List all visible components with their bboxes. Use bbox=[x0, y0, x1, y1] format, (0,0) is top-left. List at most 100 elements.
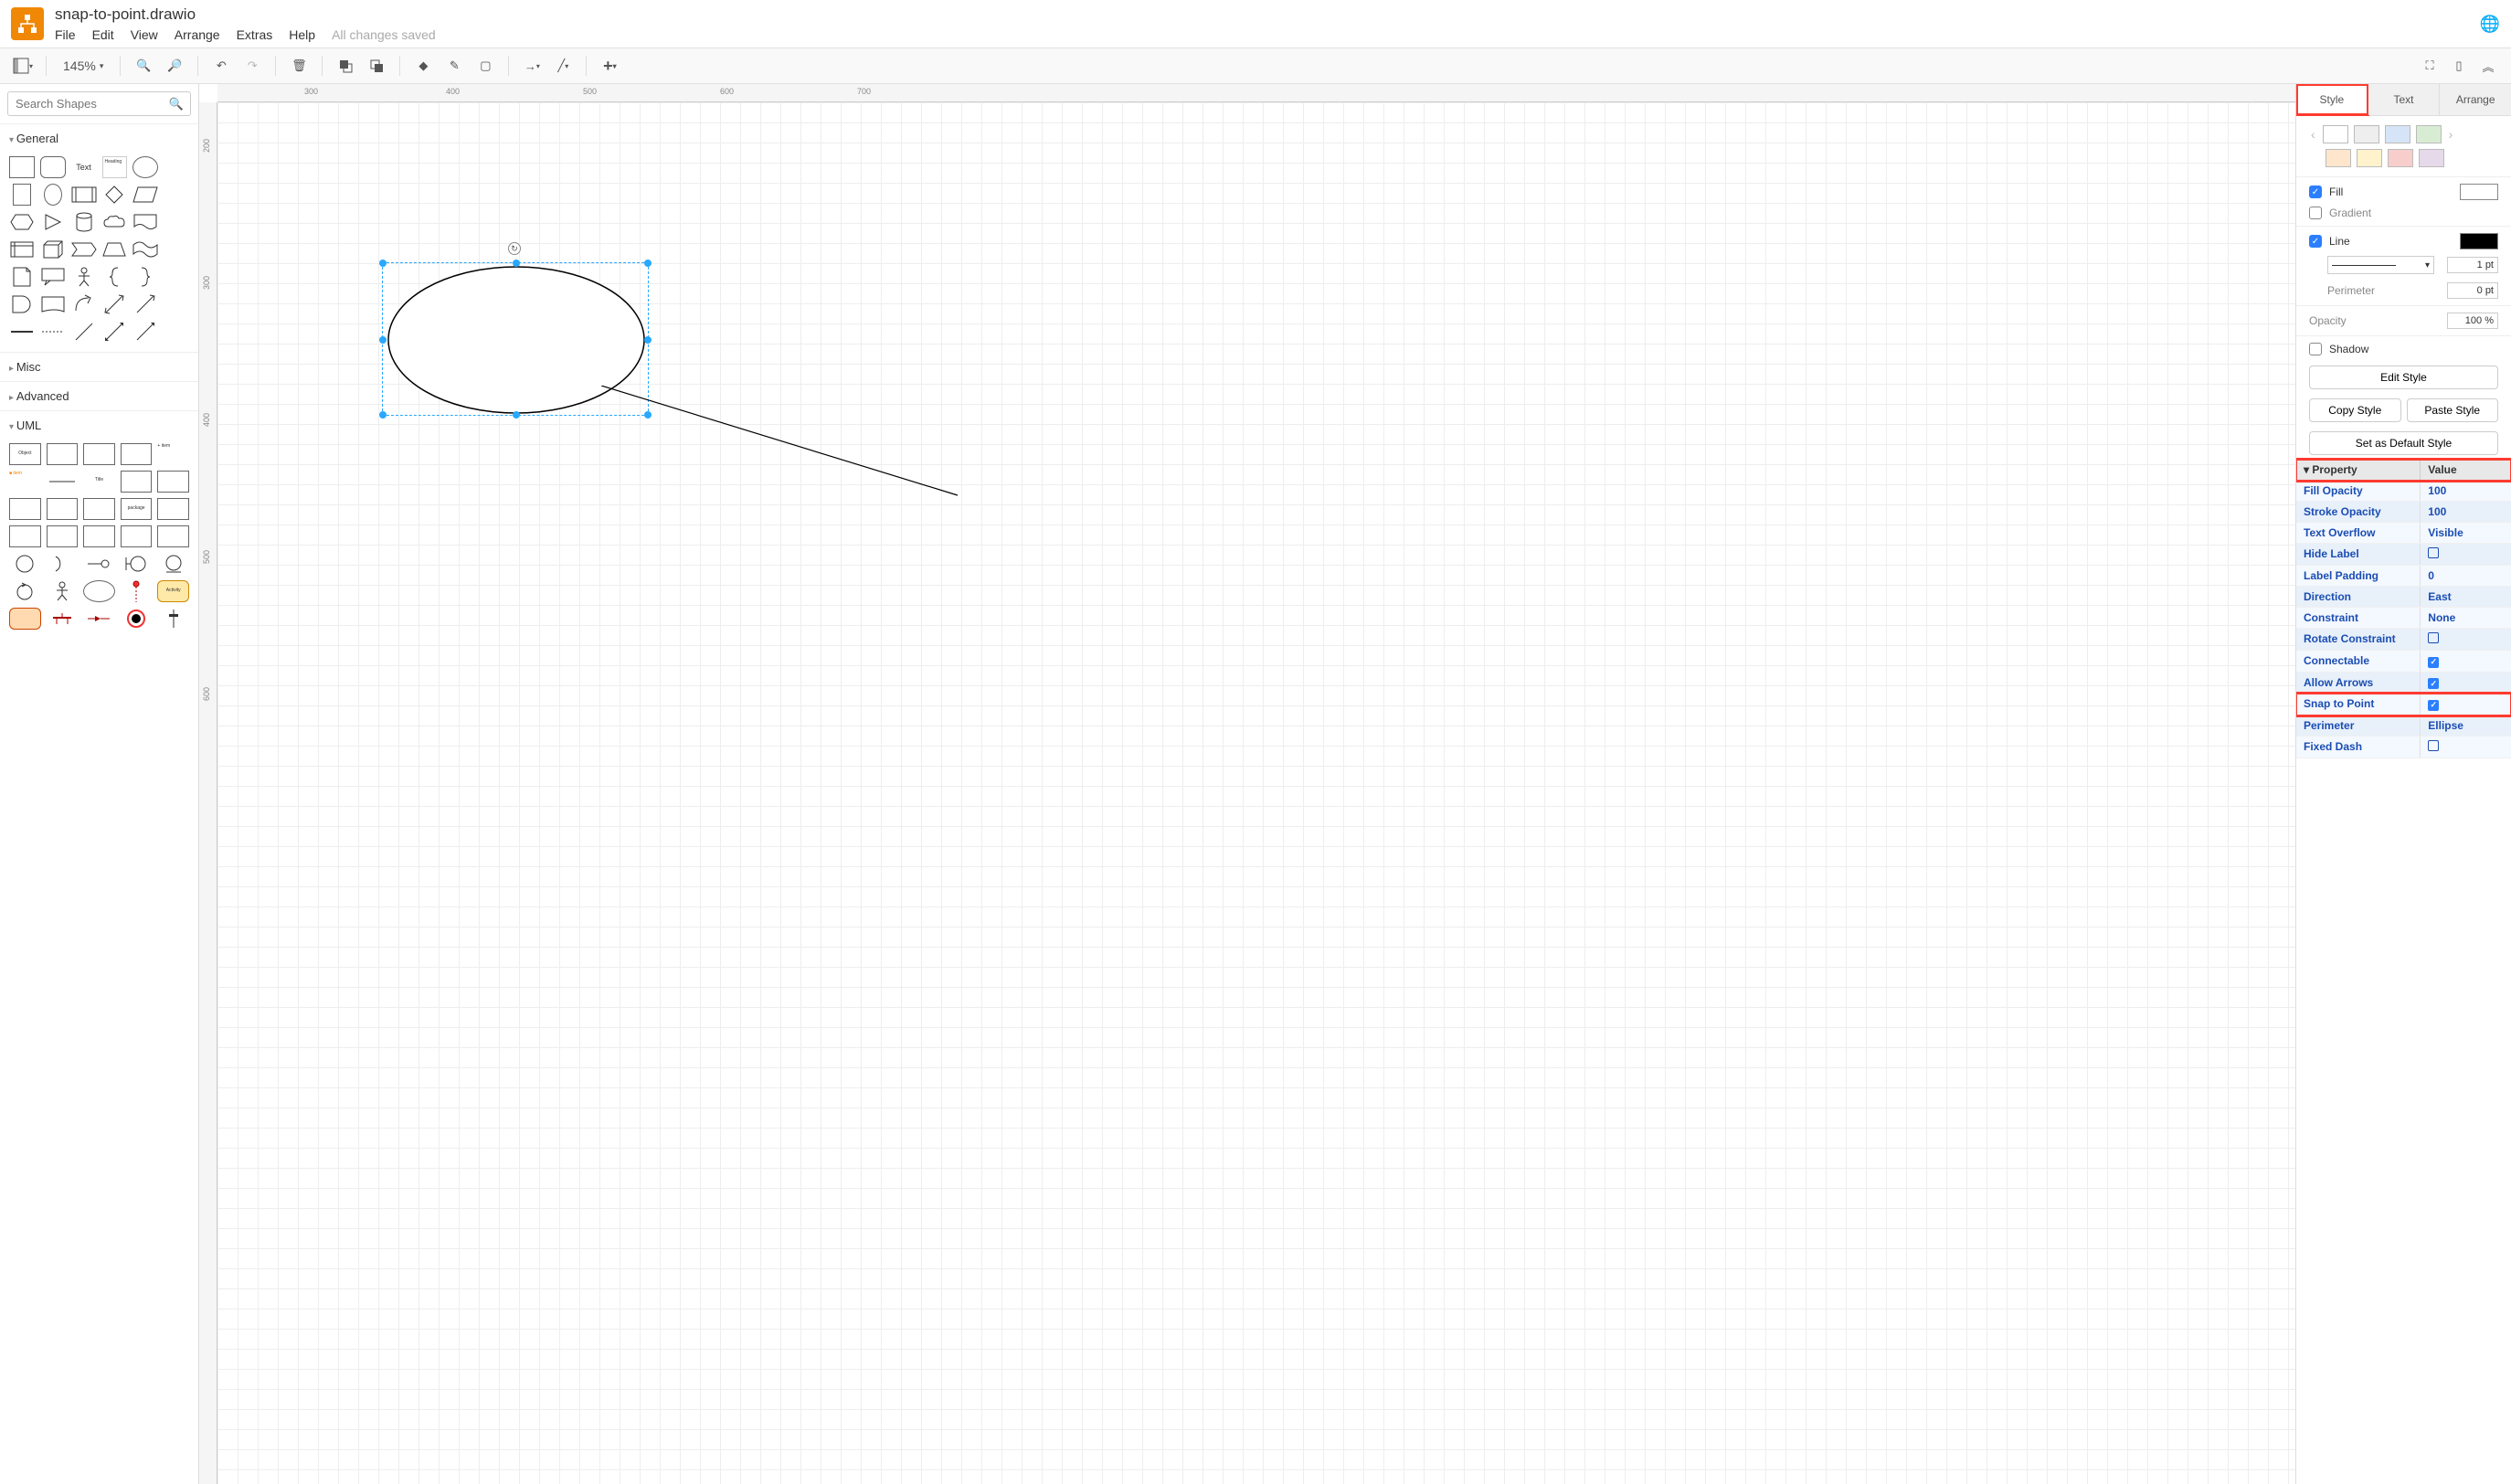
property-row-direction[interactable]: DirectionEast bbox=[2296, 587, 2511, 608]
text-shape[interactable]: Text bbox=[71, 156, 97, 178]
uml-lifeline[interactable] bbox=[121, 580, 153, 602]
gradient-checkbox[interactable] bbox=[2309, 207, 2322, 219]
curly2-shape[interactable] bbox=[132, 266, 158, 288]
rounded-rect-shape[interactable] bbox=[40, 156, 66, 178]
uml-ctrl[interactable] bbox=[9, 580, 41, 602]
property-row-stroke-opacity[interactable]: Stroke Opacity100 bbox=[2296, 502, 2511, 523]
uml-attr2[interactable]: ■ item bbox=[9, 471, 41, 493]
section-general[interactable]: General bbox=[0, 124, 198, 153]
diamond-shape[interactable] bbox=[102, 184, 128, 206]
uml-interface[interactable] bbox=[47, 443, 79, 465]
delete-icon[interactable]: 🗑 bbox=[287, 54, 311, 78]
swatch-2[interactable] bbox=[2354, 125, 2379, 143]
cylinder-shape[interactable] bbox=[71, 211, 97, 233]
uml-merge[interactable] bbox=[83, 608, 115, 630]
callout-shape[interactable] bbox=[40, 266, 66, 288]
menu-help[interactable]: Help bbox=[289, 27, 315, 42]
uml-circ1[interactable] bbox=[9, 553, 41, 575]
document-shape[interactable] bbox=[132, 211, 158, 233]
rotate-handle[interactable]: ↻ bbox=[508, 242, 521, 255]
tape-shape[interactable] bbox=[132, 238, 158, 260]
circle-shape[interactable] bbox=[44, 184, 62, 206]
uml-comp2[interactable] bbox=[157, 471, 189, 493]
uml-block3[interactable] bbox=[83, 498, 115, 520]
parallelogram-shape[interactable] bbox=[132, 184, 158, 206]
section-misc[interactable]: Misc bbox=[0, 353, 198, 381]
arrow-shape[interactable] bbox=[132, 293, 158, 315]
property-row-rotate-constraint[interactable]: Rotate Constraint bbox=[2296, 629, 2511, 651]
menu-edit[interactable]: Edit bbox=[92, 27, 114, 42]
menu-file[interactable]: File bbox=[55, 27, 76, 42]
property-table-header[interactable]: ▾ Property Value bbox=[2296, 460, 2511, 481]
dashed-shape[interactable] bbox=[40, 321, 66, 343]
format-icon[interactable]: ▯ bbox=[2447, 54, 2471, 78]
uml-activity[interactable]: Activity bbox=[157, 580, 189, 602]
section-uml[interactable]: UML bbox=[0, 411, 198, 440]
internal-storage-shape[interactable] bbox=[9, 238, 35, 260]
fill-color[interactable] bbox=[2460, 184, 2498, 200]
blank-shape[interactable] bbox=[164, 156, 189, 178]
paste-style-button[interactable]: Paste Style bbox=[2407, 398, 2499, 422]
textbox-shape[interactable]: Heading bbox=[102, 156, 128, 178]
rectangle-shape[interactable] bbox=[9, 156, 35, 178]
bidir-arrow-shape[interactable] bbox=[102, 293, 128, 315]
perimeter-val[interactable]: 0 pt bbox=[2447, 282, 2498, 299]
property-checkbox[interactable] bbox=[2428, 547, 2439, 558]
shadow-icon[interactable]: ▢ bbox=[473, 54, 497, 78]
uml-class2[interactable] bbox=[121, 443, 153, 465]
line-arrow-shape[interactable] bbox=[132, 321, 158, 343]
uml-object[interactable]: Object bbox=[9, 443, 41, 465]
cube-shape[interactable] bbox=[40, 238, 66, 260]
view-mode-button[interactable]: ▾ bbox=[11, 54, 35, 78]
uml-actor2[interactable] bbox=[47, 580, 79, 602]
fill-color-icon[interactable]: ◆ bbox=[411, 54, 435, 78]
b5[interactable] bbox=[164, 266, 189, 288]
square-shape[interactable] bbox=[13, 184, 31, 206]
swatch-5[interactable] bbox=[2326, 149, 2351, 167]
property-checkbox[interactable]: ✓ bbox=[2428, 657, 2439, 668]
tab-style[interactable]: Style bbox=[2296, 84, 2368, 115]
uml-arc[interactable] bbox=[47, 553, 79, 575]
connection-icon[interactable]: → ▾ bbox=[520, 54, 544, 78]
uml-entity[interactable] bbox=[157, 553, 189, 575]
step-shape[interactable] bbox=[71, 238, 97, 260]
link-shape[interactable] bbox=[9, 321, 35, 343]
menu-extras[interactable]: Extras bbox=[237, 27, 273, 42]
line-style-select[interactable]: ▾ bbox=[2327, 256, 2434, 274]
uml-attr[interactable]: + item bbox=[157, 443, 189, 465]
hexagon-shape[interactable] bbox=[9, 211, 35, 233]
property-row-text-overflow[interactable]: Text OverflowVisible bbox=[2296, 523, 2511, 544]
swatch-next-icon[interactable]: › bbox=[2447, 127, 2455, 142]
uml-r4[interactable] bbox=[121, 525, 153, 547]
property-checkbox[interactable]: ✓ bbox=[2428, 700, 2439, 711]
property-checkbox[interactable] bbox=[2428, 632, 2439, 643]
swatch-7[interactable] bbox=[2388, 149, 2413, 167]
property-row-constraint[interactable]: ConstraintNone bbox=[2296, 608, 2511, 629]
swatch-prev-icon[interactable]: ‹ bbox=[2309, 127, 2317, 142]
edit-style-button[interactable]: Edit Style bbox=[2309, 366, 2498, 389]
note-shape[interactable] bbox=[9, 266, 35, 288]
property-checkbox[interactable]: ✓ bbox=[2428, 678, 2439, 689]
swatch-6[interactable] bbox=[2357, 149, 2382, 167]
uml-package[interactable]: package bbox=[121, 498, 153, 520]
and-shape[interactable] bbox=[9, 293, 35, 315]
property-row-connectable[interactable]: Connectable✓ bbox=[2296, 651, 2511, 673]
app-logo[interactable] bbox=[11, 7, 44, 40]
swatch-8[interactable] bbox=[2419, 149, 2444, 167]
uml-prov[interactable] bbox=[83, 553, 115, 575]
uml-divider[interactable] bbox=[47, 471, 79, 493]
waypoint-icon[interactable]: ╱ ▾ bbox=[551, 54, 575, 78]
canvas[interactable]: ↻ bbox=[217, 102, 2295, 1484]
line-width[interactable]: 1 pt bbox=[2447, 257, 2498, 273]
swatch-4[interactable] bbox=[2416, 125, 2442, 143]
line-color[interactable] bbox=[2460, 233, 2498, 249]
tab-arrange[interactable]: Arrange bbox=[2440, 84, 2511, 115]
tab-text[interactable]: Text bbox=[2368, 84, 2441, 115]
undo-icon[interactable]: ↶ bbox=[209, 54, 233, 78]
or-shape[interactable] bbox=[40, 293, 66, 315]
property-row-fixed-dash[interactable]: Fixed Dash bbox=[2296, 737, 2511, 758]
menu-view[interactable]: View bbox=[131, 27, 158, 42]
section-advanced[interactable]: Advanced bbox=[0, 382, 198, 410]
uml-r3[interactable] bbox=[83, 525, 115, 547]
swatch-1[interactable] bbox=[2323, 125, 2348, 143]
